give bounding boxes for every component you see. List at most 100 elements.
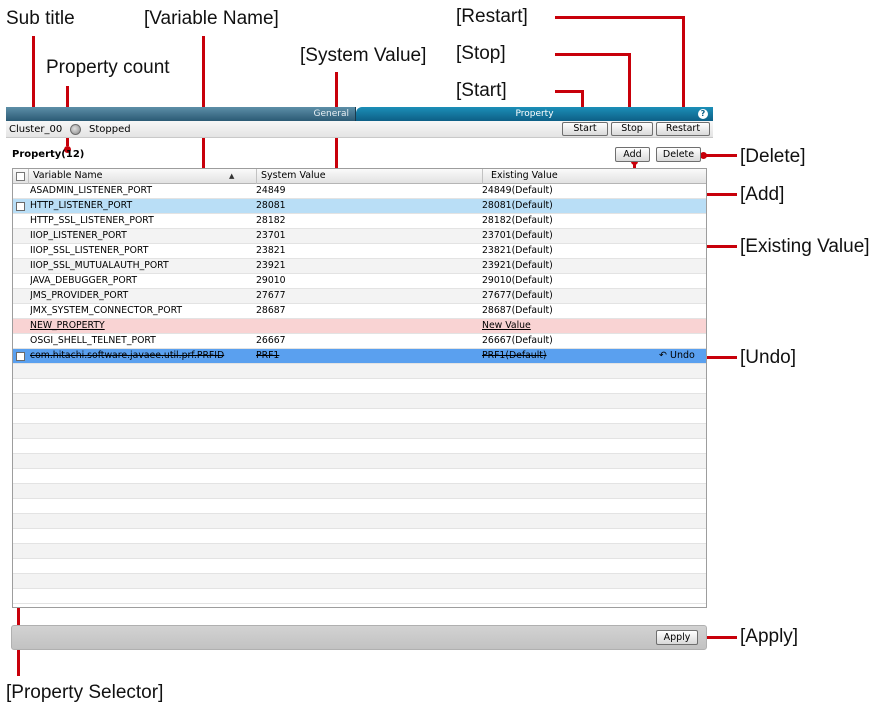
deleted-property-existing: PRF1(Default) (482, 350, 547, 361)
cell-system-value: 23701 (256, 230, 286, 241)
table-row[interactable]: HTTP_SSL_LISTENER_PORT 28182 28182(Defau… (13, 214, 706, 229)
callout-add: [Add] (740, 184, 785, 205)
undo-link[interactable]: ↶ Undo (659, 349, 695, 363)
empty-row (13, 409, 706, 424)
cell-system-value: 29010 (256, 275, 286, 286)
tab-property-label: Property (515, 109, 554, 119)
apply-button[interactable]: Apply (656, 630, 698, 645)
callout-undo: [Undo] (740, 347, 796, 368)
sort-ascending-icon: ▲ (229, 172, 235, 180)
table-row[interactable]: JAVA_DEBUGGER_PORT 29010 29010(Default) (13, 274, 706, 289)
deleted-property-name: com.hitachi.software.javaee.util.prf.PRF… (30, 350, 225, 361)
cell-system-value: 24849 (256, 185, 286, 196)
cell-variable-name: JAVA_DEBUGGER_PORT (30, 275, 138, 286)
row-checkbox[interactable] (16, 352, 25, 361)
add-button[interactable]: Add (615, 147, 650, 162)
table-row[interactable]: HTTP_LISTENER_PORT 28081 28081(Default) (13, 199, 706, 214)
cell-existing-value: New Value (482, 319, 642, 334)
column-existing-value-label: Existing Value (491, 170, 558, 181)
table-header: Variable Name ▲ System Value Existing Va… (13, 169, 706, 184)
callout-existing-value: [Existing Value] (740, 236, 870, 257)
cell-variable-name: HTTP_LISTENER_PORT (30, 200, 133, 211)
empty-row (13, 499, 706, 514)
cell-existing-value: 29010(Default) (482, 275, 553, 286)
cell-system-value: 26667 (256, 335, 286, 346)
empty-row (13, 589, 706, 604)
cell-system-value: 23821 (256, 245, 286, 256)
table-row-deleted[interactable]: com.hitachi.software.javaee.util.prf.PRF… (13, 349, 706, 364)
callout-property-count: Property count (46, 57, 170, 78)
empty-row (13, 424, 706, 439)
column-existing-value[interactable]: Existing Value (482, 169, 706, 184)
cell-existing-value: 28182(Default) (482, 215, 553, 226)
column-variable-name-label: Variable Name (33, 170, 103, 181)
cell-variable-name: OSGI_SHELL_TELNET_PORT (30, 335, 156, 346)
callout-restart: [Restart] (456, 6, 528, 27)
cell-system-value (256, 319, 481, 334)
leader-stop-h (555, 53, 631, 56)
cell-existing-value: 23921(Default) (482, 260, 553, 271)
cell-variable-name: IIOP_SSL_MUTUALAUTH_PORT (30, 260, 169, 271)
table-row[interactable]: IIOP_SSL_MUTUALAUTH_PORT 23921 23921(Def… (13, 259, 706, 274)
column-variable-name[interactable]: Variable Name (28, 169, 256, 184)
start-button[interactable]: Start (562, 122, 608, 136)
select-all-checkbox[interactable] (16, 172, 25, 181)
delete-button[interactable]: Delete (656, 147, 701, 162)
row-checkbox[interactable] (16, 202, 25, 211)
tab-property[interactable]: Property ? (356, 107, 713, 121)
leader-sub-title (32, 36, 35, 116)
cell-system-value: 28687 (256, 305, 286, 316)
column-system-value[interactable]: System Value (256, 169, 482, 184)
property-count: Property(12) (12, 149, 85, 160)
table-row-new[interactable]: NEW_PROPERTY New Value (13, 319, 706, 334)
empty-row (13, 364, 706, 379)
sub-title: Cluster_00 (9, 124, 63, 135)
tab-general[interactable]: General (6, 107, 356, 121)
callout-stop: [Stop] (456, 43, 506, 64)
restart-button[interactable]: Restart (656, 122, 710, 136)
cell-existing-value: 27677(Default) (482, 290, 553, 301)
cell-existing-value: 24849(Default) (482, 185, 553, 196)
tab-bar: General Property ? (6, 107, 713, 121)
cell-system-value: PRF1 (256, 349, 481, 364)
cell-variable-name: ASADMIN_LISTENER_PORT (30, 185, 153, 196)
new-property-name: NEW_PROPERTY (30, 320, 105, 331)
cell-existing-value: 23821(Default) (482, 245, 553, 256)
status-stopped-icon (70, 124, 81, 135)
table-row[interactable]: JMX_SYSTEM_CONNECTOR_PORT 28687 28687(De… (13, 304, 706, 319)
leader-delete-dot (700, 152, 707, 159)
callout-delete: [Delete] (740, 146, 806, 167)
empty-row (13, 379, 706, 394)
empty-row (13, 484, 706, 499)
cell-variable-name: JMS_PROVIDER_PORT (30, 290, 129, 301)
empty-row (13, 544, 706, 559)
cell-existing-value: 23701(Default) (482, 230, 553, 241)
callout-variable-name: [Variable Name] (144, 8, 279, 29)
leader-start-h (555, 90, 584, 93)
table-row[interactable]: ASADMIN_LISTENER_PORT 24849 24849(Defaul… (13, 184, 706, 199)
property-table: Variable Name ▲ System Value Existing Va… (12, 168, 707, 608)
empty-row (13, 394, 706, 409)
table-row[interactable]: OSGI_SHELL_TELNET_PORT 26667 26667(Defau… (13, 334, 706, 349)
empty-row (13, 574, 706, 589)
cell-system-value: 23921 (256, 260, 286, 271)
stop-button[interactable]: Stop (611, 122, 653, 136)
empty-row (13, 514, 706, 529)
callout-sub-title: Sub title (6, 8, 75, 29)
cell-variable-name: IIOP_LISTENER_PORT (30, 230, 127, 241)
help-icon[interactable]: ? (698, 109, 708, 119)
table-row[interactable]: IIOP_LISTENER_PORT 23701 23701(Default) (13, 229, 706, 244)
undo-icon: ↶ (659, 350, 667, 361)
callout-apply: [Apply] (740, 626, 799, 647)
leader-delete (704, 154, 737, 157)
cell-system-value: 28182 (256, 215, 286, 226)
empty-row (13, 559, 706, 574)
table-row[interactable]: JMS_PROVIDER_PORT 27677 27677(Default) (13, 289, 706, 304)
cell-variable-name: HTTP_SSL_LISTENER_PORT (30, 215, 154, 226)
cell-existing-value: PRF1(Default) (482, 349, 642, 364)
callout-start: [Start] (456, 80, 507, 101)
table-row[interactable]: IIOP_SSL_LISTENER_PORT 23821 23821(Defau… (13, 244, 706, 259)
status-text: Stopped (89, 124, 131, 135)
cell-variable-name: JMX_SYSTEM_CONNECTOR_PORT (30, 305, 183, 316)
cell-existing-value: 28687(Default) (482, 305, 553, 316)
